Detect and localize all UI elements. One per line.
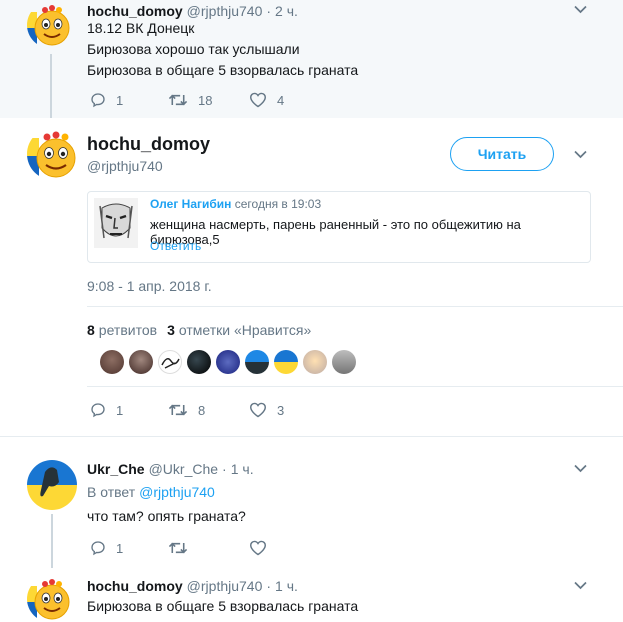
handle[interactable]: @rjpthju740: [187, 578, 263, 594]
handle[interactable]: @Ukr_Che: [149, 461, 218, 477]
likes-label[interactable]: отметки «Нравится»: [179, 322, 311, 338]
portrait-icon: [94, 198, 138, 248]
reply-button[interactable]: 1: [90, 402, 123, 418]
handle[interactable]: @rjpthju740: [187, 3, 263, 19]
avatar[interactable]: [27, 576, 73, 622]
liker-avatar[interactable]: [216, 350, 240, 374]
heart-icon: [249, 540, 267, 556]
retweet-icon: [168, 542, 188, 554]
retweet-count: 8: [198, 402, 206, 418]
retweet-count: 18: [198, 92, 213, 108]
parent-tweet-header: hochu_domoy @rjpthju740 · 2 ч.: [87, 2, 298, 20]
separator: ·: [266, 3, 272, 19]
tweet-text: что там? опять граната?: [87, 508, 246, 524]
divider: [87, 306, 623, 307]
display-name[interactable]: hochu_domoy: [87, 578, 183, 594]
chevron-down-icon[interactable]: [574, 5, 587, 14]
like-count: 4: [277, 92, 285, 108]
smiley-avatar-icon: [27, 128, 79, 180]
quoted-text: женщина насмерть, парень раненный - это …: [150, 217, 521, 247]
thread-line: [50, 54, 52, 118]
tweet-text-line-1: 18.12 ВК Донецк: [87, 20, 195, 36]
liker-avatar[interactable]: [303, 350, 327, 374]
quoted-author[interactable]: Олег Нагибин: [150, 197, 231, 211]
avatar[interactable]: [27, 128, 79, 180]
retweets-label[interactable]: ретвитов: [99, 322, 157, 338]
sketch-icon: [161, 358, 180, 369]
retweet-button[interactable]: 18: [168, 92, 212, 108]
reply-context: В ответ @rjpthju740: [87, 484, 215, 500]
follow-button[interactable]: Читать: [450, 137, 554, 171]
thread-line: [51, 514, 53, 568]
chevron-down-icon[interactable]: [574, 150, 587, 159]
tweet-text-line-3: Бирюзова в общаге 5 взорвалась граната: [87, 62, 359, 78]
liker-avatar[interactable]: [158, 350, 182, 374]
quoted-time: сегодня в 19:03: [234, 197, 322, 211]
quoted-header: Олег Нагибин сегодня в 19:03: [150, 197, 321, 211]
smiley-avatar-icon: [27, 2, 73, 48]
heart-icon: [249, 92, 267, 108]
like-button[interactable]: [249, 540, 277, 556]
avatar[interactable]: [27, 2, 73, 48]
tweet-timestamp[interactable]: 9:08 - 1 апр. 2018 г.: [87, 278, 212, 294]
divider: [87, 386, 623, 387]
retweets-count[interactable]: 8: [87, 322, 95, 338]
reply-count: 1: [116, 92, 124, 108]
liker-avatar[interactable]: [332, 350, 356, 374]
chevron-down-icon[interactable]: [574, 581, 587, 590]
liker-avatar[interactable]: [100, 350, 124, 374]
timestamp[interactable]: 1 ч.: [275, 578, 298, 594]
smiley-avatar-icon: [27, 576, 73, 622]
reply-icon: [91, 541, 105, 556]
liker-avatar[interactable]: [245, 350, 269, 374]
like-count: 3: [277, 402, 285, 418]
retweet-button[interactable]: [168, 540, 198, 556]
chevron-down-icon[interactable]: [574, 464, 587, 473]
reply-button[interactable]: 1: [90, 540, 123, 556]
timestamp[interactable]: 2 ч.: [275, 3, 298, 19]
like-button[interactable]: 4: [249, 92, 284, 108]
display-name[interactable]: hochu_domoy: [87, 134, 210, 155]
reply-button[interactable]: 1: [90, 92, 123, 108]
reply-to-handle[interactable]: @rjpthju740: [139, 484, 215, 500]
handle[interactable]: @rjpthju740: [87, 158, 163, 174]
last-tweet-header: hochu_domoy @rjpthju740 · 1 ч.: [87, 577, 298, 595]
reply-tweet-header: Ukr_Che @Ukr_Che · 1 ч.: [87, 460, 254, 478]
liker-avatar[interactable]: [187, 350, 211, 374]
section-separator: [0, 436, 623, 437]
like-button[interactable]: 3: [249, 402, 284, 418]
avatar[interactable]: [27, 460, 77, 510]
quoted-reply-link[interactable]: Ответить: [150, 239, 201, 253]
timestamp[interactable]: 1 ч.: [231, 461, 254, 477]
reply-count: 1: [116, 402, 124, 418]
quoted-content-card[interactable]: Олег Нагибин сегодня в 19:03 женщина нас…: [87, 191, 591, 263]
reply-icon: [91, 403, 105, 418]
retweet-icon: [168, 94, 188, 106]
display-name[interactable]: hochu_domoy: [87, 3, 183, 19]
reply-to-prefix: В ответ: [87, 484, 136, 500]
quoted-author-photo: [94, 198, 138, 248]
heart-icon: [249, 402, 267, 418]
liker-avatar[interactable]: [274, 350, 298, 374]
flag-avatar-icon: [27, 460, 77, 510]
tweet-text-line-2: Бирюзова хорошо так услышали: [87, 41, 300, 57]
retweet-button[interactable]: 8: [168, 402, 205, 418]
tweet-stats: 8 ретвитов 3 отметки «Нравится»: [87, 322, 311, 338]
liker-avatar[interactable]: [129, 350, 153, 374]
retweet-icon: [168, 404, 188, 416]
separator: ·: [222, 461, 227, 477]
reply-icon: [91, 93, 105, 108]
display-name[interactable]: Ukr_Che: [87, 461, 145, 477]
separator: ·: [266, 578, 272, 594]
tweet-text: Бирюзова в общаге 5 взорвалась граната: [87, 598, 359, 614]
reply-count: 1: [116, 540, 124, 556]
likes-count[interactable]: 3: [167, 322, 175, 338]
